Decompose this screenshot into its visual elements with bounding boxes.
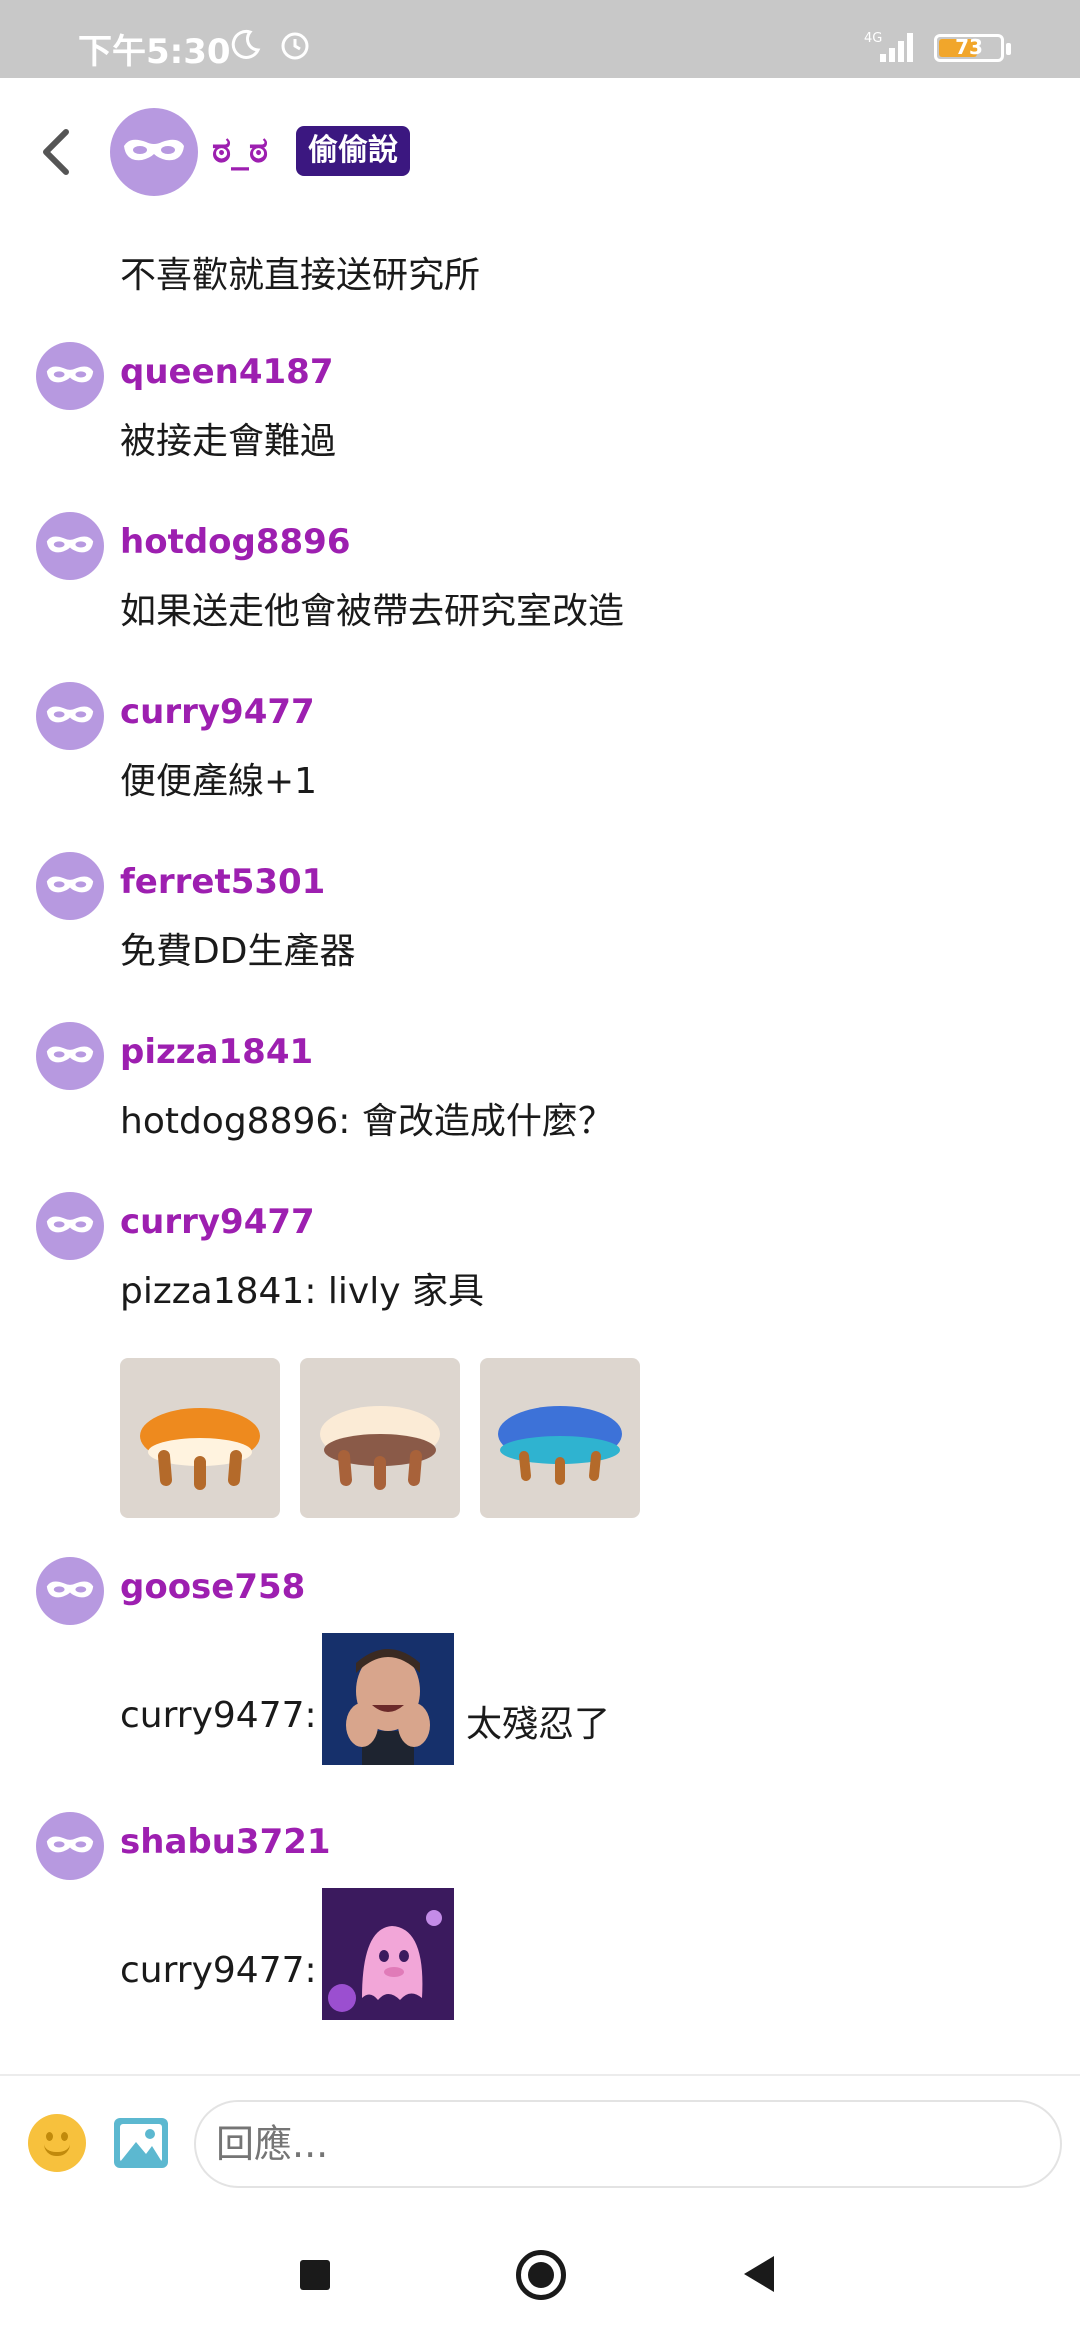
author-name: ಠ_ಠ bbox=[212, 130, 269, 171]
moon-icon bbox=[231, 29, 261, 59]
comment-list[interactable]: queen4187 被接走會難過 hotdog8896 如果送走他會被帶去研究室… bbox=[0, 330, 1080, 2070]
image-picker-icon[interactable] bbox=[112, 2116, 170, 2170]
status-bar: 下午5:30 4G 73 bbox=[0, 0, 1080, 78]
comment-item: curry9477 pizza1841: livly 家具 bbox=[0, 1180, 1080, 1545]
commenter-username[interactable]: goose758 bbox=[120, 1567, 305, 1607]
reply-mention[interactable]: curry9477: bbox=[120, 1695, 317, 1736]
comment-text: 太殘忍了 bbox=[466, 1704, 611, 1745]
mask-icon bbox=[46, 1581, 94, 1598]
commenter-username[interactable]: curry9477 bbox=[120, 1202, 315, 1242]
commenter-avatar[interactable] bbox=[36, 512, 104, 580]
mask-icon bbox=[46, 366, 94, 383]
white-stool-image[interactable] bbox=[300, 1358, 460, 1518]
commenter-avatar[interactable] bbox=[36, 1557, 104, 1625]
commenter-username[interactable]: pizza1841 bbox=[120, 1032, 313, 1072]
pink-ghost-sticker[interactable] bbox=[322, 1888, 454, 2020]
signal-icon: 4G bbox=[864, 31, 913, 62]
orange-stool-image[interactable] bbox=[120, 1358, 280, 1518]
back-button[interactable] bbox=[744, 2256, 774, 2292]
commenter-avatar[interactable] bbox=[36, 1812, 104, 1880]
comment-item: ferret5301 免費DD生產器 bbox=[0, 840, 1080, 1010]
comment-item: queen4187 被接走會難過 bbox=[0, 330, 1080, 500]
commenter-username[interactable]: curry9477 bbox=[120, 692, 315, 732]
comment-item: curry9477 便便產線+1 bbox=[0, 670, 1080, 840]
commenter-avatar[interactable] bbox=[36, 852, 104, 920]
commenter-username[interactable]: ferret5301 bbox=[120, 862, 325, 902]
comment-item: goose758 curry9477: 太殘忍了 bbox=[0, 1545, 1080, 1800]
emoji-icon[interactable] bbox=[28, 2114, 86, 2172]
comment-text: 如果送走他會被帶去研究室改造 bbox=[120, 591, 625, 632]
back-arrow-icon[interactable] bbox=[30, 124, 86, 180]
blue-stool-image[interactable] bbox=[480, 1358, 640, 1518]
commenter-username[interactable]: queen4187 bbox=[120, 352, 334, 392]
mask-icon bbox=[46, 706, 94, 723]
comment-text: pizza1841: livly 家具 bbox=[120, 1271, 484, 1312]
comment-image-row bbox=[120, 1358, 640, 1518]
commenter-avatar[interactable] bbox=[36, 342, 104, 410]
comment-text: hotdog8896: 會改造成什麼？ bbox=[120, 1101, 614, 1142]
comment-item: hotdog8896 如果送走他會被帶去研究室改造 bbox=[0, 500, 1080, 670]
commenter-avatar[interactable] bbox=[36, 682, 104, 750]
comment-item: pizza1841 hotdog8896: 會改造成什麼？ bbox=[0, 1010, 1080, 1180]
mask-icon bbox=[46, 1046, 94, 1063]
home-button[interactable] bbox=[516, 2250, 566, 2300]
post-content: 不喜歡就直接送研究所 bbox=[120, 255, 481, 296]
comment-text: 免費DD生產器 bbox=[120, 931, 356, 972]
reply-mention[interactable]: curry9477: bbox=[120, 1950, 317, 1991]
system-nav-bar bbox=[0, 2210, 1080, 2340]
commenter-username[interactable]: shabu3721 bbox=[120, 1822, 331, 1862]
comment-text: 被接走會難過 bbox=[120, 421, 337, 462]
mask-icon bbox=[46, 876, 94, 893]
comment-text: 便便產線+1 bbox=[120, 761, 318, 802]
mask-icon bbox=[46, 1836, 94, 1853]
post-header: ಠ_ಠ 偷偷說 bbox=[0, 78, 1080, 238]
commenter-username[interactable]: hotdog8896 bbox=[120, 522, 350, 562]
comment-item: shabu3721 curry9477: bbox=[0, 1800, 1080, 2065]
reply-input[interactable] bbox=[194, 2100, 1062, 2188]
anonymous-badge: 偷偷說 bbox=[296, 126, 410, 176]
author-avatar[interactable] bbox=[110, 108, 198, 196]
recent-apps-button[interactable] bbox=[300, 2260, 330, 2290]
status-time: 下午5:30 bbox=[78, 32, 231, 72]
mask-icon bbox=[124, 139, 184, 161]
battery-icon: 73 bbox=[934, 34, 1011, 62]
mask-icon bbox=[46, 1216, 94, 1233]
mask-icon bbox=[46, 536, 94, 553]
commenter-avatar[interactable] bbox=[36, 1192, 104, 1260]
battery-level: 73 bbox=[955, 35, 983, 59]
alarm-icon bbox=[281, 32, 309, 60]
crying-man-sticker[interactable] bbox=[322, 1633, 454, 1765]
commenter-avatar[interactable] bbox=[36, 1022, 104, 1090]
network-label: 4G bbox=[864, 31, 882, 46]
reply-bar bbox=[0, 2074, 1080, 2210]
